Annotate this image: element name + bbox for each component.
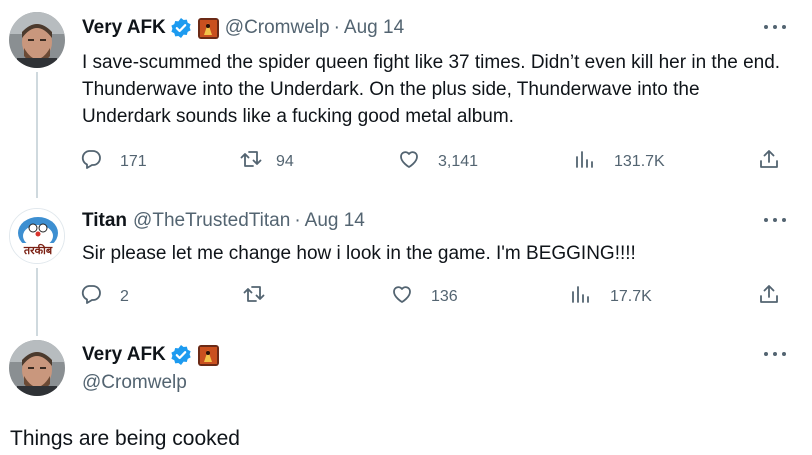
reply-icon xyxy=(80,148,102,175)
reply-icon xyxy=(80,283,102,310)
reply-count: 171 xyxy=(120,152,147,170)
share-icon xyxy=(758,150,780,174)
more-icon[interactable] xyxy=(764,352,786,358)
retweet-icon xyxy=(243,283,265,310)
tweet-text: Things are being cooked xyxy=(10,427,240,450)
views-icon xyxy=(574,148,596,175)
like-count: 3,141 xyxy=(438,152,479,170)
thread-line xyxy=(36,268,38,336)
thread-line xyxy=(36,72,38,198)
like-button[interactable]: 136 xyxy=(391,283,458,310)
like-icon xyxy=(398,148,420,175)
verified-badge-icon xyxy=(170,17,192,39)
retweet-button[interactable] xyxy=(243,283,283,310)
author-handle[interactable]: @Cromwelp xyxy=(225,16,330,40)
author-name[interactable]: Titan xyxy=(82,209,127,233)
avatar-text: तरकीब xyxy=(23,243,53,257)
retweet-count: 94 xyxy=(276,152,294,170)
more-icon[interactable] xyxy=(764,25,786,31)
like-count: 136 xyxy=(431,287,458,305)
share-button[interactable] xyxy=(758,148,780,175)
separator: · xyxy=(294,210,301,231)
tweet-actions: 171 94 3,141 131.7K xyxy=(80,148,788,174)
views-count: 17.7K xyxy=(610,287,652,305)
more-icon[interactable] xyxy=(764,218,786,224)
share-icon xyxy=(758,285,780,309)
affiliate-badge-icon xyxy=(197,344,219,366)
tweet-header: Very AFK xyxy=(82,343,219,367)
author-handle[interactable]: @TheTrustedTitan xyxy=(133,209,290,233)
tweet-handle-row: @Cromwelp xyxy=(82,371,187,395)
like-button[interactable]: 3,141 xyxy=(398,148,478,175)
share-button[interactable] xyxy=(758,283,780,310)
author-name[interactable]: Very AFK xyxy=(82,343,166,367)
avatar[interactable]: तरकीब xyxy=(9,208,65,264)
avatar[interactable] xyxy=(9,12,65,68)
views-count: 131.7K xyxy=(614,152,665,170)
tweet-text: Sir please let me change how i look in t… xyxy=(82,243,636,264)
reply-button[interactable]: 171 xyxy=(80,148,147,175)
retweet-button[interactable]: 94 xyxy=(240,148,294,175)
avatar[interactable] xyxy=(9,340,65,396)
tweet-date[interactable]: Aug 14 xyxy=(305,209,365,233)
tweet-actions: 2 136 17.7K xyxy=(80,283,788,309)
author-handle[interactable]: @Cromwelp xyxy=(82,371,187,395)
separator: · xyxy=(333,17,340,38)
author-name[interactable]: Very AFK xyxy=(82,16,166,40)
views-button[interactable]: 17.7K xyxy=(570,283,652,310)
tweet-header: Very AFK @Cromwelp · Aug 14 xyxy=(82,16,404,40)
like-icon xyxy=(391,283,413,310)
views-button[interactable]: 131.7K xyxy=(574,148,665,175)
tweet-header: Titan @TheTrustedTitan · Aug 14 xyxy=(82,209,365,233)
tweet-date[interactable]: Aug 14 xyxy=(344,16,404,40)
verified-badge-icon xyxy=(170,344,192,366)
reply-count: 2 xyxy=(120,287,129,305)
views-icon xyxy=(570,283,592,310)
affiliate-badge-icon xyxy=(197,17,219,39)
tweet-text: I save-scummed the spider queen fight li… xyxy=(82,52,781,127)
retweet-icon xyxy=(240,148,262,175)
reply-button[interactable]: 2 xyxy=(80,283,129,310)
